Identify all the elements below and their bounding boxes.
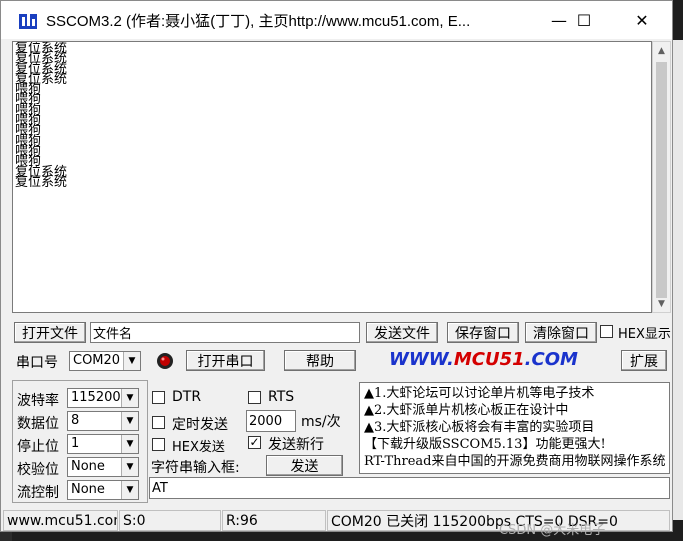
maximize-button[interactable]: ☐: [561, 1, 607, 39]
open-file-button[interactable]: 打开文件: [14, 322, 86, 343]
data-bits-label: 数据位: [17, 416, 59, 432]
scroll-down-icon[interactable]: ▼: [653, 295, 670, 312]
scroll-up-icon[interactable]: ▲: [653, 42, 670, 59]
send-newline-label: 发送新行: [268, 437, 324, 453]
stop-bits-select[interactable]: 1 ▼: [67, 434, 139, 454]
app-icon: [19, 14, 37, 29]
receive-area[interactable]: 复位系统 复位系统 复位系统 复位系统 喂狗 喂狗 喂狗 喂狗 喂狗 喂狗 喂狗 喂狗 复位系统 复位系统: [12, 41, 652, 313]
parity-label: 校验位: [17, 462, 59, 478]
title-bar[interactable]: SSCOM3.2 (作者:聂小猛(丁丁), 主页http://www.mcu51…: [1, 1, 672, 39]
rts-label: RTS: [268, 389, 295, 405]
status-sent: S:0: [119, 510, 221, 531]
close-button[interactable]: ✕: [619, 1, 665, 39]
open-port-button[interactable]: 打开串口: [186, 350, 265, 371]
news-item[interactable]: ▲1.大虾论坛可以讨论单片机等电子技术: [364, 385, 669, 402]
background-right: [673, 40, 683, 520]
parity-select-value: None: [71, 459, 105, 474]
port-select[interactable]: COM20 ▼: [69, 351, 141, 371]
window-title: SSCOM3.2 (作者:聂小猛(丁丁), 主页http://www.mcu51…: [46, 13, 471, 30]
port-status-icon: [157, 353, 173, 369]
sscom-window: SSCOM3.2 (作者:聂小猛(丁丁), 主页http://www.mcu51…: [0, 0, 673, 538]
send-button[interactable]: 发送: [266, 455, 343, 476]
chevron-down-icon[interactable]: ▼: [121, 481, 138, 499]
news-item[interactable]: ▲3.大虾派核心板将会有丰富的实验项目: [364, 419, 669, 436]
flow-control-select[interactable]: None ▼: [67, 480, 139, 500]
baud-select-value: 115200: [71, 390, 121, 405]
dtr-label: DTR: [172, 389, 202, 405]
brand-prefix: WWW.: [389, 349, 454, 370]
port-select-value: COM20: [73, 353, 121, 368]
port-label: 串口号: [16, 355, 58, 371]
receive-line: 复位系统: [15, 174, 68, 190]
receive-scrollbar[interactable]: ▲ ▼: [652, 41, 671, 313]
hex-send-checkbox[interactable]: [152, 438, 165, 451]
chevron-down-icon[interactable]: ▼: [121, 389, 138, 407]
flow-control-select-value: None: [71, 482, 105, 497]
news-item[interactable]: RT-Thread来自中国的开源免费商用物联网操作系统: [364, 453, 669, 470]
parity-select[interactable]: None ▼: [67, 457, 139, 477]
status-received: R:96: [222, 510, 326, 531]
dtr-checkbox[interactable]: [152, 391, 165, 404]
chevron-down-icon[interactable]: ▼: [121, 458, 138, 476]
hex-display-label: HEX显示: [618, 327, 671, 342]
status-site[interactable]: www.mcu51.com: [3, 510, 118, 531]
stop-bits-select-value: 1: [71, 436, 80, 451]
rts-checkbox[interactable]: [248, 391, 261, 404]
save-window-button[interactable]: 保存窗口: [447, 322, 519, 343]
stop-bits-label: 停止位: [17, 439, 59, 455]
brand-link[interactable]: WWW.MCU51.COM: [389, 349, 578, 370]
baud-select[interactable]: 115200 ▼: [67, 388, 139, 408]
timed-send-label: 定时发送: [172, 417, 228, 433]
news-panel[interactable]: ▲1.大虾论坛可以讨论单片机等电子技术 ▲2.大虾派单片机核心板正在设计中 ▲3.大…: [359, 382, 670, 474]
data-bits-select[interactable]: 8 ▼: [67, 411, 139, 431]
send-newline-checkbox[interactable]: ✓: [248, 436, 261, 449]
watermark-text: CSDN @大米电子: [499, 523, 606, 538]
hex-display-checkbox[interactable]: [600, 325, 613, 338]
brand-middle: MCU51: [453, 349, 525, 370]
send-file-button[interactable]: 发送文件: [366, 322, 438, 343]
expand-button[interactable]: 扩展: [621, 350, 667, 371]
clear-window-button[interactable]: 清除窗口: [525, 322, 597, 343]
flow-control-label: 流控制: [17, 485, 59, 501]
chevron-down-icon[interactable]: ▼: [121, 435, 138, 453]
news-item[interactable]: 【下载升级版SSCOM5.13】功能更强大!: [364, 436, 669, 453]
help-button[interactable]: 帮助: [284, 350, 356, 371]
chevron-down-icon[interactable]: ▼: [121, 412, 138, 430]
send-input[interactable]: AT: [149, 477, 670, 499]
news-item[interactable]: ▲2.大虾派单片机核心板正在设计中: [364, 402, 669, 419]
data-bits-select-value: 8: [71, 413, 80, 428]
scroll-thumb[interactable]: [656, 62, 667, 298]
brand-suffix: .COM: [524, 349, 578, 370]
baud-label: 波特率: [17, 393, 59, 409]
hex-send-label: HEX发送: [172, 440, 225, 455]
chevron-down-icon[interactable]: ▼: [123, 352, 140, 370]
string-input-label: 字符串输入框:: [151, 460, 240, 476]
interval-unit-label: ms/次: [301, 414, 341, 430]
file-name-input[interactable]: 文件名: [90, 322, 360, 343]
interval-input[interactable]: 2000: [246, 410, 296, 432]
receive-text: 复位系统 复位系统 复位系统 复位系统 喂狗 喂狗 喂狗 喂狗 喂狗 喂狗 喂狗 喂狗 复位系统 复位系统: [15, 42, 68, 190]
timed-send-checkbox[interactable]: [152, 416, 165, 429]
